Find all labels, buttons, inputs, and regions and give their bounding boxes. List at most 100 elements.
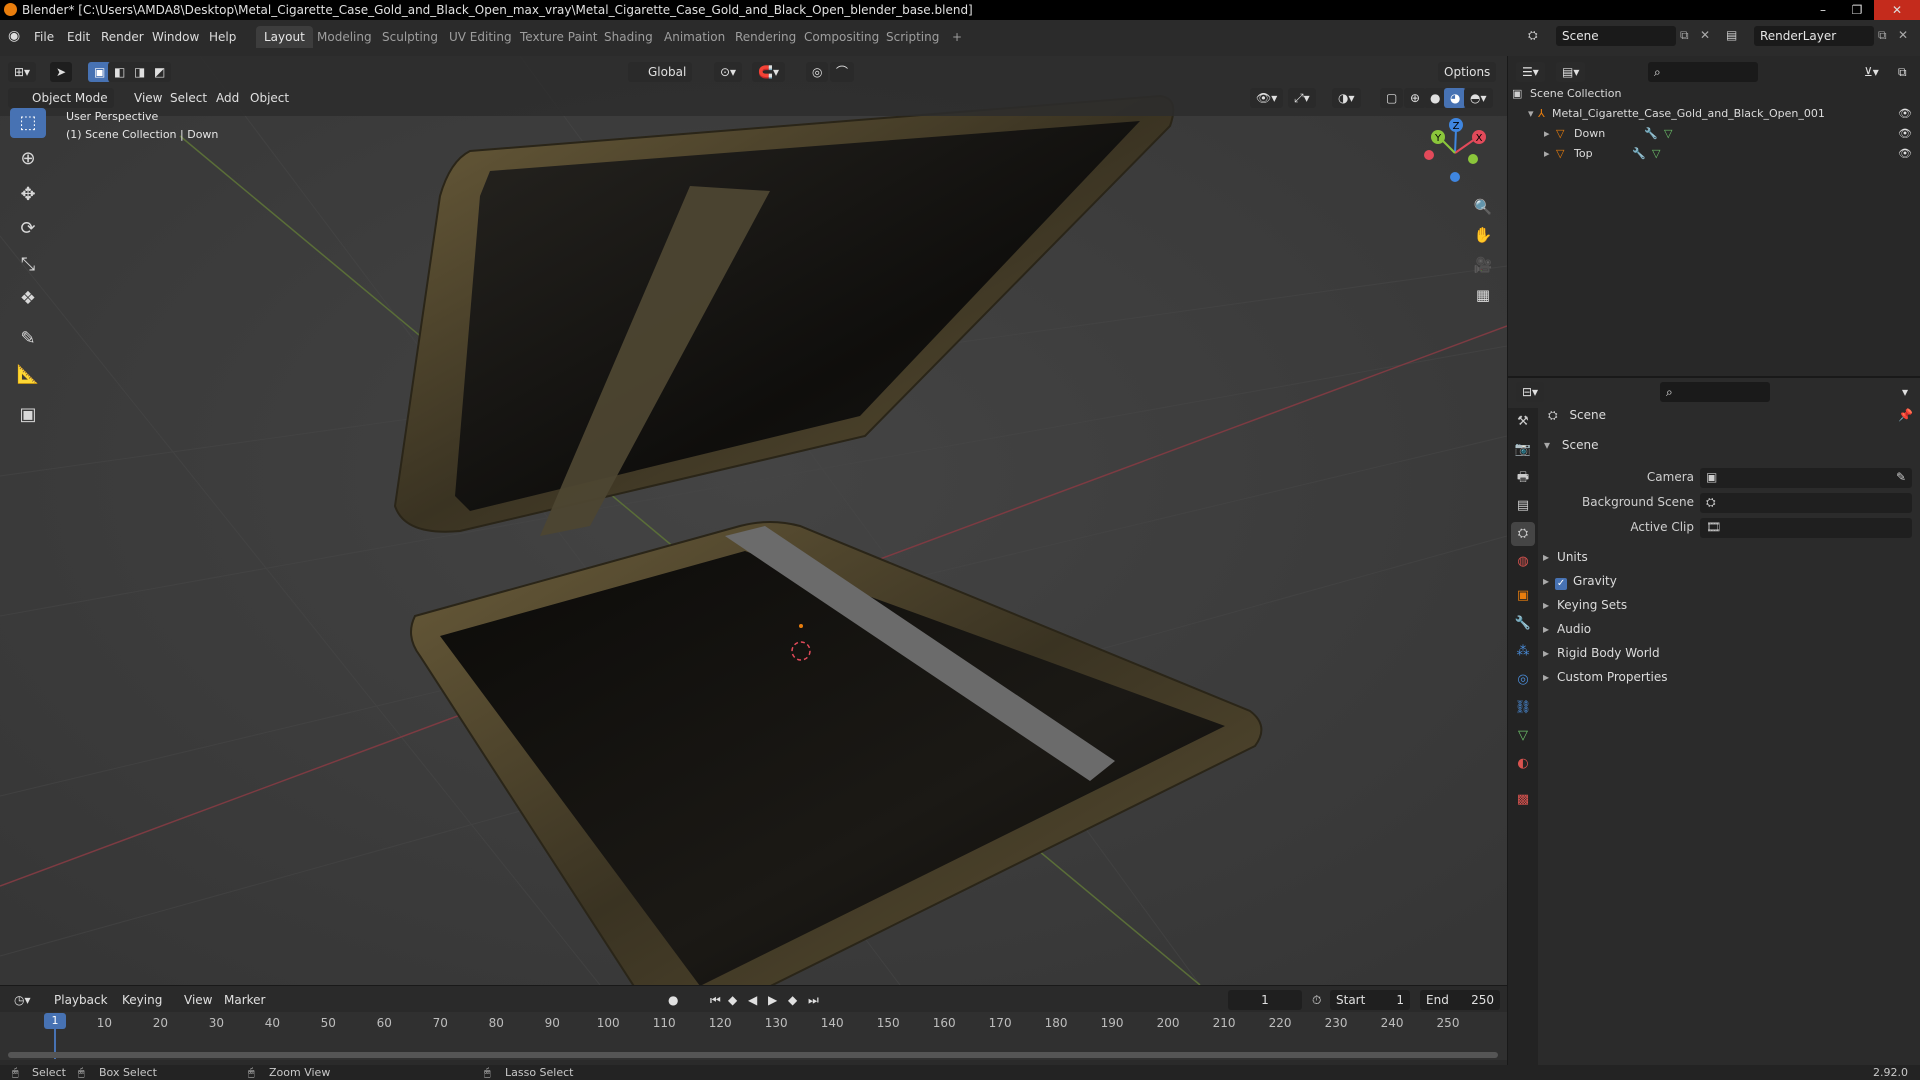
object-mode-dropdown[interactable]: Object Mode <box>8 88 114 108</box>
menu-file[interactable]: File <box>28 26 60 48</box>
snap-icon[interactable]: 🧲▾ <box>752 62 785 82</box>
gravity-checkbox[interactable]: ✓ <box>1555 578 1568 590</box>
proportional-editing-icon[interactable]: ◎ <box>806 62 829 82</box>
new-layer-icon[interactable]: ⧉ <box>1878 28 1887 43</box>
record-icon[interactable]: ● <box>664 990 682 1010</box>
section-custom-properties[interactable]: ▸ Custom Properties <box>1543 666 1667 688</box>
cursor-tool-icon[interactable]: ⊕ <box>10 144 46 174</box>
delete-layer-icon[interactable]: ✕ <box>1898 28 1908 42</box>
section-keying-sets[interactable]: ▸ Keying Sets <box>1543 594 1627 616</box>
options-dropdown[interactable]: Options <box>1438 62 1497 82</box>
play-icon[interactable]: ▶ <box>764 990 781 1010</box>
menu-select[interactable]: Select <box>166 88 211 108</box>
scene-panel-header[interactable]: ▾ Scene <box>1544 434 1598 456</box>
tool-tab-icon[interactable]: ⚒ <box>1511 410 1535 434</box>
falloff-icon[interactable]: ⌒ <box>830 62 855 82</box>
render-layer-selector[interactable]: RenderLayer <box>1754 26 1874 46</box>
tab-layout[interactable]: Layout <box>256 26 313 48</box>
tab-uv-editing[interactable]: UV Editing <box>441 26 520 48</box>
texture-tab-icon[interactable]: ▩ <box>1511 788 1535 812</box>
menu-add[interactable]: Add <box>212 88 243 108</box>
timeline-editor-type-icon[interactable]: ◷▾ <box>8 990 37 1010</box>
expand-arrow-icon[interactable]: ▸ <box>1543 646 1549 660</box>
camera-view-icon[interactable]: 🎥 <box>1470 252 1496 278</box>
3d-viewport[interactable]: ⊞▾ ➤ ▣ ◧ ◨ ◩ Global ⊙▾ 🧲▾ ◎ ⌒ Options Ob… <box>0 56 1507 985</box>
properties-editor-type-icon[interactable]: ⊟▾ <box>1516 382 1545 402</box>
menu-playback[interactable]: Playback <box>50 990 112 1010</box>
material-tab-icon[interactable]: ◐ <box>1511 752 1535 776</box>
select-box-tool-icon[interactable]: ⬚ <box>10 108 46 138</box>
data-tab-icon[interactable]: ▽ <box>1511 724 1535 748</box>
tab-rendering[interactable]: Rendering <box>727 26 804 48</box>
expand-arrow-icon[interactable]: ▸ <box>1544 124 1550 144</box>
section-gravity[interactable]: ▸ ✓ Gravity <box>1543 570 1617 592</box>
properties-search-input[interactable]: ⌕ <box>1660 382 1770 402</box>
rotate-tool-icon[interactable]: ⟳ <box>10 214 46 244</box>
visibility-eye-icon[interactable]: 👁 <box>1898 104 1912 124</box>
outliner-row-scene-collection[interactable]: ▣ Scene Collection <box>1508 84 1920 104</box>
visibility-icon[interactable]: 👁▾ <box>1250 88 1284 108</box>
maximize-button[interactable]: ❐ <box>1840 0 1874 20</box>
expand-arrow-icon[interactable]: ▸ <box>1543 574 1549 588</box>
start-frame-field[interactable]: Start 1 <box>1330 990 1410 1010</box>
constraints-tab-icon[interactable]: ⛓ <box>1511 696 1535 720</box>
background-scene-field[interactable]: ⛭ <box>1700 493 1912 513</box>
visibility-eye-icon[interactable]: 👁 <box>1898 124 1912 144</box>
tab-shading[interactable]: Shading <box>596 26 661 48</box>
particles-tab-icon[interactable]: ⁂ <box>1511 640 1535 664</box>
pivot-point-icon[interactable]: ⊙▾ <box>714 62 743 82</box>
add-workspace-button[interactable]: + <box>944 26 970 48</box>
scene-selector[interactable]: Scene <box>1556 26 1676 46</box>
transform-tool-icon[interactable]: ❖ <box>10 284 46 314</box>
expand-arrow-icon[interactable]: ▸ <box>1543 622 1549 636</box>
tab-sculpting[interactable]: Sculpting <box>374 26 446 48</box>
render-tab-icon[interactable]: 📷 <box>1511 438 1535 462</box>
modifier-icon[interactable]: 🔧 <box>1644 124 1658 144</box>
expand-arrow-icon[interactable]: ▸ <box>1544 144 1550 164</box>
properties-options-icon[interactable]: ▾ <box>1898 382 1912 402</box>
delete-scene-icon[interactable]: ✕ <box>1700 28 1710 42</box>
navigation-gizmo[interactable]: Z X Y <box>1413 111 1493 191</box>
jump-end-icon[interactable]: ⏭ <box>804 990 823 1010</box>
playhead[interactable]: 1 <box>44 1013 66 1029</box>
current-frame-field[interactable]: 1 <box>1228 990 1302 1010</box>
menu-keying[interactable]: Keying <box>118 990 166 1010</box>
jump-keyframe-back-icon[interactable]: ◆ <box>724 990 741 1010</box>
active-clip-field[interactable]: 🎞 <box>1700 518 1912 538</box>
add-cube-tool-icon[interactable]: ▣ <box>10 400 46 430</box>
expand-arrow-icon[interactable]: ▸ <box>1543 598 1549 612</box>
expand-arrow-icon[interactable]: ▸ <box>1543 670 1549 684</box>
menu-help[interactable]: Help <box>203 26 242 48</box>
panel-collapse-icon[interactable]: ▾ <box>1544 438 1550 452</box>
menu-render[interactable]: Render <box>95 26 150 48</box>
section-rigid-body-world[interactable]: ▸ Rigid Body World <box>1543 642 1660 664</box>
preview-range-icon[interactable]: ⏱ <box>1308 990 1325 1010</box>
outliner-row-collection[interactable]: ▾ ⅄ Metal_Cigarette_Case_Gold_and_Black_… <box>1508 104 1920 124</box>
section-audio[interactable]: ▸ Audio <box>1543 618 1591 640</box>
menu-object[interactable]: Object <box>246 88 293 108</box>
minimize-button[interactable]: – <box>1806 0 1840 20</box>
tab-texture-paint[interactable]: Texture Paint <box>512 26 605 48</box>
eyedropper-icon[interactable]: ✎ <box>1896 470 1906 484</box>
outliner-row-down[interactable]: ▸ ▽ Down 🔧 ▽ 👁 <box>1508 124 1920 144</box>
new-collection-icon[interactable]: ⧉ <box>1894 62 1911 82</box>
camera-field[interactable]: ▣ ✎ <box>1700 468 1912 488</box>
display-mode-icon[interactable]: ▤▾ <box>1556 62 1586 82</box>
perspective-toggle-icon[interactable]: ▦ <box>1470 282 1496 308</box>
world-tab-icon[interactable]: ◍ <box>1511 550 1535 574</box>
menu-window[interactable]: Window <box>146 26 205 48</box>
select-tool-icon[interactable]: ➤ <box>50 62 73 82</box>
tab-compositing[interactable]: Compositing <box>796 26 887 48</box>
expand-arrow-icon[interactable]: ▸ <box>1543 550 1549 564</box>
shading-wireframe-icon[interactable]: ⊕ <box>1404 88 1427 108</box>
end-frame-field[interactable]: End 250 <box>1420 990 1500 1010</box>
annotate-tool-icon[interactable]: ✎ <box>10 324 46 354</box>
jump-keyframe-forward-icon[interactable]: ◆ <box>784 990 801 1010</box>
tab-modeling[interactable]: Modeling <box>309 26 380 48</box>
move-tool-icon[interactable]: ✥ <box>10 180 46 210</box>
physics-tab-icon[interactable]: ◎ <box>1511 668 1535 692</box>
select-mode-invert-icon[interactable]: ◩ <box>148 62 172 82</box>
zoom-icon[interactable]: 🔍 <box>1470 194 1496 220</box>
gizmo-neg-z-axis[interactable] <box>1450 172 1460 182</box>
expand-arrow-icon[interactable]: ▾ <box>1528 104 1534 124</box>
